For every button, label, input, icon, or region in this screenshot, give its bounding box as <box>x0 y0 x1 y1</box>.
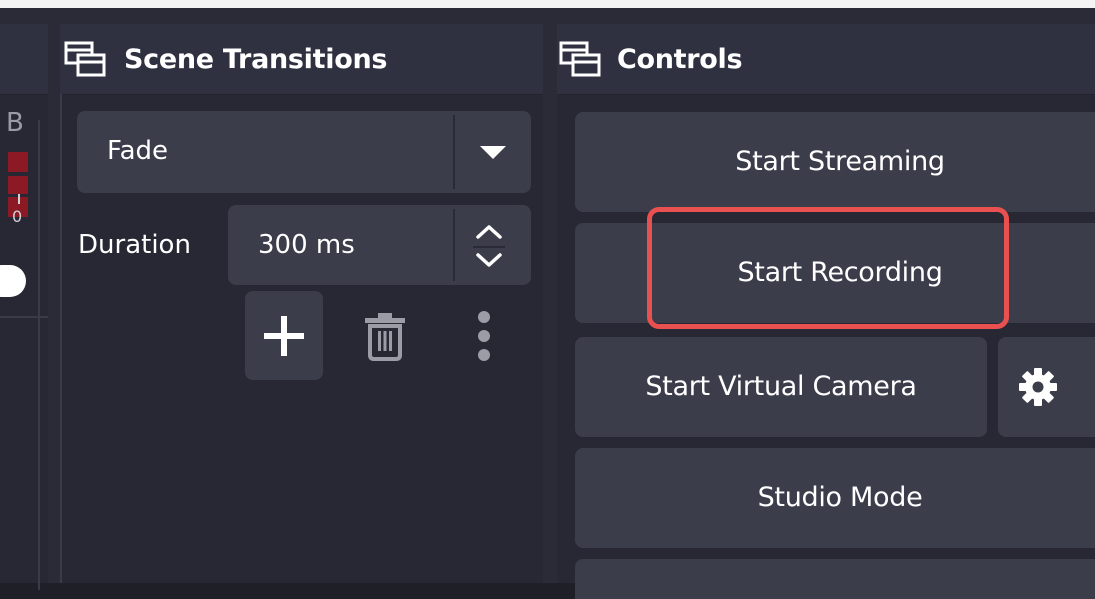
transition-select-value: Fade <box>107 136 169 166</box>
caret-down-icon[interactable] <box>480 144 506 160</box>
transition-more-button[interactable] <box>462 300 506 372</box>
volume-meter-red <box>8 152 28 172</box>
trash-icon <box>365 313 405 361</box>
dock-windows-icon <box>64 41 106 77</box>
chevron-up-down-icon[interactable] <box>473 223 505 269</box>
virtual-camera-settings-button[interactable] <box>998 337 1095 437</box>
start-streaming-button[interactable]: Start Streaming <box>575 112 1095 212</box>
duration-spinbox[interactable]: 300 ms <box>228 205 531 285</box>
volume-slider-handle[interactable] <box>0 265 26 297</box>
meter-db-label: B <box>6 108 24 138</box>
meter-tick-mark <box>18 194 20 204</box>
transition-select[interactable]: Fade <box>77 111 531 193</box>
gear-icon <box>1019 368 1057 406</box>
meter-tick-label: 0 <box>12 207 23 226</box>
controls-titlebar[interactable]: Controls <box>557 24 1095 95</box>
remove-transition-button[interactable] <box>350 295 420 375</box>
controls-title: Controls <box>617 44 743 75</box>
scene-transitions-title: Scene Transitions <box>124 44 388 75</box>
next-control-button[interactable] <box>575 559 1095 599</box>
plus-icon <box>264 315 304 356</box>
mixer-divider <box>0 316 48 318</box>
add-transition-button[interactable] <box>245 291 323 380</box>
start-recording-highlight-box <box>647 207 1009 329</box>
window-top-edge <box>0 0 1095 8</box>
scene-transitions-titlebar[interactable]: Scene Transitions <box>60 24 543 95</box>
audio-mixer-titlebar <box>0 24 48 95</box>
duration-label: Duration <box>78 230 191 260</box>
duration-value[interactable]: 300 ms <box>258 230 355 260</box>
mixer-column-divider <box>38 120 40 590</box>
spinbox-divider <box>453 209 455 281</box>
select-divider <box>453 115 455 189</box>
volume-meter-red <box>8 176 28 194</box>
dock-windows-icon <box>559 41 601 77</box>
start-virtual-camera-button[interactable]: Start Virtual Camera <box>575 337 987 437</box>
kebab-menu-icon <box>478 311 490 361</box>
panel-inner-border <box>60 94 62 583</box>
studio-mode-button[interactable]: Studio Mode <box>575 448 1095 548</box>
audio-mixer-panel: B 0 <box>0 24 48 590</box>
